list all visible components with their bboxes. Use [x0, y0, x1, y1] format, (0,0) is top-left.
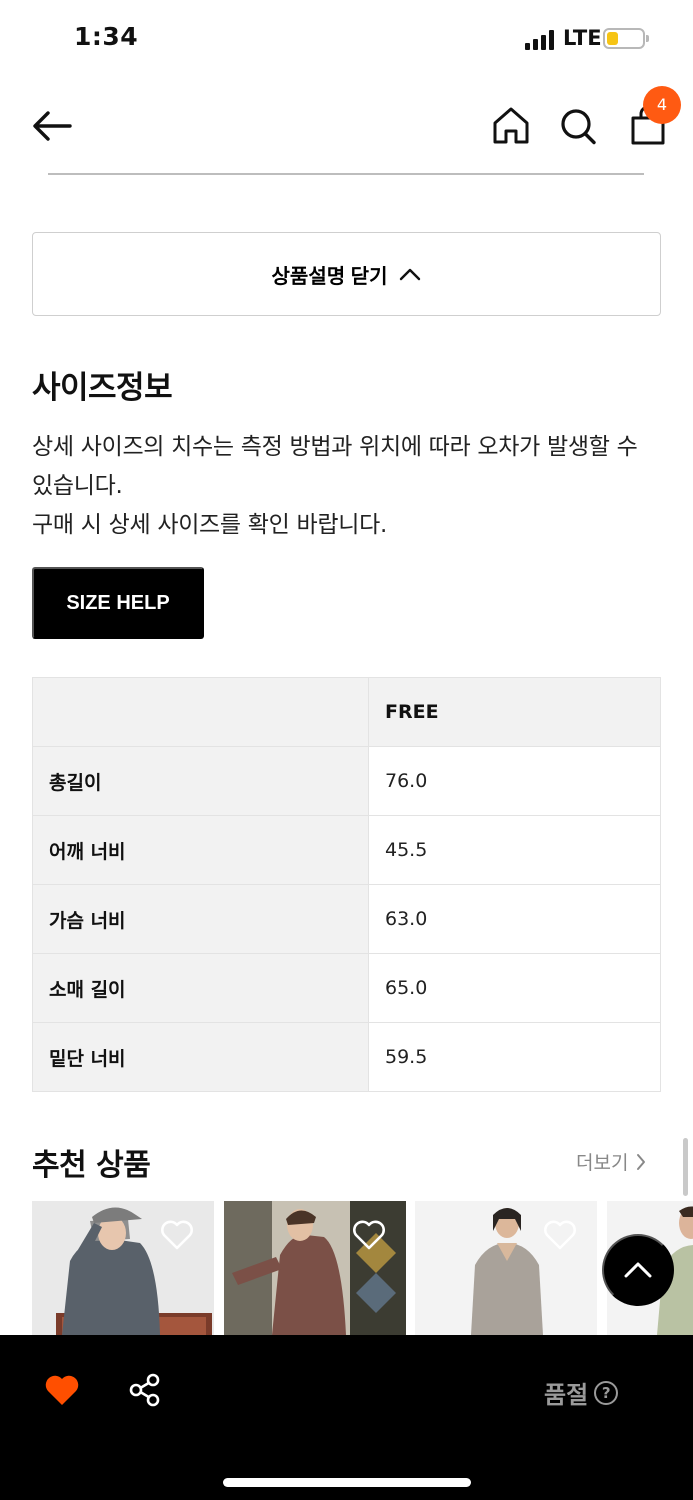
- product-card[interactable]: [415, 1201, 597, 1335]
- close-description-label: 상품설명 닫기: [271, 265, 388, 288]
- status-bar: 1:34 LTE: [0, 0, 693, 80]
- chevron-right-icon: [637, 1153, 646, 1170]
- like-button[interactable]: [44, 1373, 80, 1411]
- top-navigation: [0, 80, 693, 175]
- bottom-action-bar: 품절 ?: [0, 1335, 693, 1500]
- product-card[interactable]: [32, 1201, 214, 1335]
- size-table-header: FREE: [32, 677, 661, 747]
- heart-outline-icon[interactable]: [160, 1219, 194, 1251]
- more-label: 더보기: [576, 1152, 629, 1174]
- more-link[interactable]: 더보기: [576, 1148, 646, 1175]
- size-table-value: 63.0: [368, 884, 661, 954]
- size-table-header-label: [32, 677, 369, 747]
- sold-out-status: 품절 ?: [544, 1375, 619, 1410]
- scrollbar[interactable]: [683, 1138, 688, 1196]
- size-table-label: 어깨 너비: [32, 815, 369, 885]
- share-icon: [129, 1373, 160, 1407]
- recommended-title: 추천 상품: [32, 1148, 151, 1183]
- size-table-label: 소매 길이: [32, 953, 369, 1023]
- table-row: 밑단 너비 59.5: [32, 1022, 661, 1092]
- table-row: 총길이 76.0: [32, 746, 661, 816]
- battery-tip: [646, 35, 649, 42]
- size-table-value: 76.0: [368, 746, 661, 816]
- back-arrow-icon: [33, 111, 72, 141]
- size-info-title: 사이즈정보: [32, 370, 173, 406]
- recommended-product-list: [0, 1201, 693, 1335]
- home-button[interactable]: [490, 104, 532, 148]
- status-time: 1:34: [74, 22, 139, 51]
- heart-outline-icon[interactable]: [543, 1219, 577, 1251]
- chevron-up-icon: [624, 1262, 652, 1278]
- battery-icon: [603, 28, 645, 49]
- home-indicator: [223, 1478, 471, 1487]
- scroll-to-top-button[interactable]: [602, 1234, 674, 1306]
- question-circle-icon[interactable]: ?: [594, 1380, 619, 1405]
- size-table-header-size: FREE: [368, 677, 661, 747]
- size-table-value: 45.5: [368, 815, 661, 885]
- size-info-description: 상세 사이즈의 치수는 측정 방법과 위치에 따라 오차가 발생할 수 있습니다…: [32, 428, 662, 545]
- cart-count-badge: 4: [643, 86, 681, 124]
- size-info-line: 구매 시 상세 사이즈를 확인 바랍니다.: [32, 512, 387, 538]
- signal-strength-icon: [525, 30, 557, 50]
- table-row: 가슴 너비 63.0: [32, 884, 661, 954]
- size-table-value: 59.5: [368, 1022, 661, 1092]
- heart-outline-icon[interactable]: [352, 1219, 386, 1251]
- chevron-up-icon: [400, 268, 421, 281]
- size-table-label: 총길이: [32, 746, 369, 816]
- heart-filled-icon: [45, 1375, 79, 1405]
- size-table: FREE 총길이 76.0 어깨 너비 45.5 가슴 너비 63.0 소매 길…: [32, 677, 661, 1092]
- search-button[interactable]: [558, 104, 598, 148]
- network-label: LTE: [563, 26, 602, 50]
- size-table-value: 65.0: [368, 953, 661, 1023]
- size-table-label: 밑단 너비: [32, 1022, 369, 1092]
- size-info-line: 상세 사이즈의 치수는 측정 방법과 위치에 따라 오차가 발생할 수 있습니다…: [32, 434, 638, 499]
- sold-out-label: 품절: [544, 1381, 589, 1409]
- size-table-label: 가슴 너비: [32, 884, 369, 954]
- close-description-button[interactable]: 상품설명 닫기: [32, 232, 661, 316]
- table-row: 어깨 너비 45.5: [32, 815, 661, 885]
- table-row: 소매 길이 65.0: [32, 953, 661, 1023]
- product-card[interactable]: [224, 1201, 406, 1335]
- nav-divider: [48, 173, 644, 175]
- share-button[interactable]: [128, 1373, 162, 1411]
- home-icon: [493, 107, 529, 144]
- search-icon: [561, 109, 596, 145]
- back-button[interactable]: [30, 104, 74, 148]
- size-help-button[interactable]: SIZE HELP: [32, 567, 204, 639]
